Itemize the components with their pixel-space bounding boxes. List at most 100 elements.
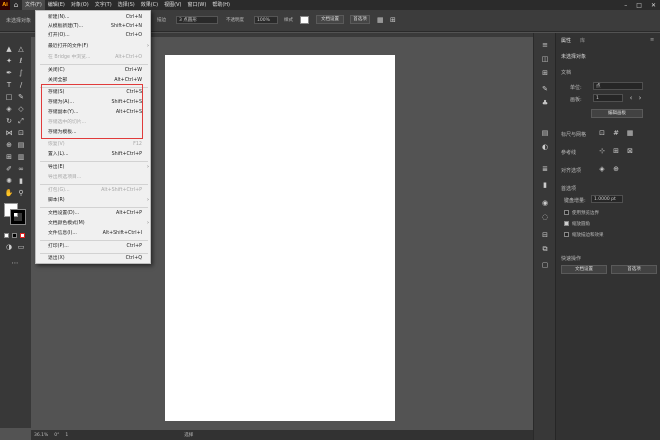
selection-tool-icon[interactable]: ▲ [4,45,14,54]
artboard-select[interactable]: 1 [593,94,623,102]
menu-item-file-info[interactable]: 文件信息(I)... Alt+Shift+Ctrl+I [36,229,152,238]
preferences-button[interactable]: 首选项 [350,15,370,24]
pixel-grid-icon[interactable]: ▦ [626,129,634,137]
ruler-icon[interactable]: ⊡ [598,129,606,137]
tab-libraries[interactable]: 库 [580,37,585,44]
preview-bounds-checkbox[interactable] [564,210,569,215]
opacity-input[interactable]: 100% [254,16,278,24]
brushes-icon[interactable]: ✎ [540,85,550,94]
direct-selection-tool-icon[interactable]: △ [16,45,26,54]
brush-select[interactable]: 3 点圆形 [176,16,218,24]
artboard[interactable] [165,55,395,421]
pathfinder-icon[interactable]: ⧉ [540,245,550,254]
snap-point-icon[interactable]: ◈ [598,165,606,173]
curvature-tool-icon[interactable]: ∫ [16,69,26,78]
rectangle-tool-icon[interactable]: □ [4,93,14,102]
arrange-icon[interactable]: ▦ [377,16,384,24]
eyedropper-icon[interactable]: ✐ [4,165,14,174]
gradient-tool-icon[interactable]: ▥ [16,153,26,162]
quick-preferences-button[interactable]: 首选项 [611,265,657,274]
show-guides-icon[interactable]: ⊹ [598,147,606,155]
shaper-tool-icon[interactable]: ◈ [4,105,14,114]
edit-artboards-button[interactable]: 编辑画板 [591,109,643,118]
artboard-prev-icon[interactable]: ‹ [627,94,635,102]
artboards-icon[interactable]: ▢ [540,261,550,270]
menu-view[interactable]: 视图(V) [161,0,184,10]
menu-item-color-mode[interactable]: 文档颜色模式(M) › [36,219,152,228]
swatches-icon[interactable]: ▤ [540,129,550,138]
screen-mode-icon[interactable]: ▭ [16,243,26,252]
graph-tool-icon[interactable]: ▮ [16,177,26,186]
width-tool-icon[interactable]: ⋈ [4,129,14,138]
symbol-sprayer-icon[interactable]: ✺ [4,177,14,186]
rotation-angle[interactable]: 0° [54,433,59,438]
magic-wand-icon[interactable]: ✦ [4,57,14,66]
stroke-color-swatch[interactable] [10,209,26,225]
gradient-panel-icon[interactable]: ▮ [540,181,550,190]
menu-item-place[interactable]: 置入(L)... Shift+Ctrl+P [36,150,152,159]
menu-item-export[interactable]: 导出(E) › [36,163,152,172]
libraries-icon[interactable]: ⊞ [540,69,550,78]
rotate-tool-icon[interactable]: ↻ [4,117,14,126]
scale-strokes-checkbox[interactable] [564,232,569,237]
units-select[interactable]: 点 [593,82,643,90]
menu-item-print[interactable]: 打印(P)... Ctrl+P [36,242,152,251]
type-tool-icon[interactable]: T [4,81,14,90]
document-setup-button[interactable]: 文档设置 [316,15,344,24]
scale-corners-checkbox[interactable] [564,221,569,226]
perspective-grid-icon[interactable]: ▤ [16,141,26,150]
color-icon[interactable]: ◐ [540,143,550,152]
panel-menu-icon[interactable]: ≡ [650,37,654,43]
close-icon[interactable]: ✕ [651,2,656,9]
properties-icon[interactable]: ≡ [540,41,550,50]
free-transform-icon[interactable]: ⊡ [16,129,26,138]
eraser-icon[interactable]: ◇ [16,105,26,114]
maximize-icon[interactable]: □ [636,2,642,9]
minimize-icon[interactable]: – [624,2,627,9]
align-icon[interactable]: ⊟ [540,231,550,240]
grid-icon[interactable]: # [612,129,620,137]
none-color-icon[interactable] [20,233,25,238]
menu-item-new-from-template[interactable]: 从模板新建(T)... Shift+Ctrl+N [36,22,152,31]
menu-item-scripts[interactable]: 脚本(R) › [36,196,152,205]
paintbrush-icon[interactable]: ✎ [16,93,26,102]
lock-guides-icon[interactable]: ⊞ [612,147,620,155]
transparency-icon[interactable]: ◌ [540,213,550,222]
snap-pixel-icon[interactable]: ⊕ [612,165,620,173]
menu-item-close[interactable]: 关闭(C) Ctrl+W [36,66,152,75]
tab-properties[interactable]: 属性 [561,37,571,44]
lasso-icon[interactable]: ℓ [16,57,26,66]
default-colors-icon[interactable] [4,233,9,238]
menu-item-exit[interactable]: 退出(X) Ctrl+Q [36,254,152,263]
mesh-tool-icon[interactable]: ⊞ [4,153,14,162]
keyboard-increment-input[interactable]: 1.0000 pt [591,195,623,203]
zoom-tool-icon[interactable]: ⚲ [16,189,26,198]
hand-tool-icon[interactable]: ✋ [4,189,14,198]
shape-builder-icon[interactable]: ⊕ [4,141,14,150]
smart-guides-icon[interactable]: ⊠ [626,147,634,155]
artboard-number[interactable]: 1 [65,433,68,438]
more-tools-icon[interactable]: ⋯ [10,259,20,268]
menu-item-open[interactable]: 打开(O)... Ctrl+O [36,31,152,40]
zoom-level[interactable]: 36.1% [34,433,48,438]
color-mode-icon[interactable] [12,233,17,238]
line-tool-icon[interactable]: / [16,81,26,90]
appearance-icon[interactable]: ◉ [540,199,550,208]
draw-mode-icon[interactable]: ◑ [4,243,14,252]
menu-type[interactable]: 文字(T) [92,0,115,10]
blend-tool-icon[interactable]: ∞ [16,165,26,174]
layers-icon[interactable]: ◫ [540,55,550,64]
quick-doc-setup-button[interactable]: 文档设置 [561,265,607,274]
stroke-panel-icon[interactable]: ≣ [540,165,550,174]
transform-icon[interactable]: ⊞ [390,16,396,24]
pen-tool-icon[interactable]: ✒ [4,69,14,78]
menu-object[interactable]: 对象(O) [68,0,92,10]
scale-tool-icon[interactable]: ⤢ [16,117,26,126]
home-icon[interactable]: ⌂ [10,0,22,10]
artboard-next-icon[interactable]: › [636,94,644,102]
menu-item-document-setup[interactable]: 文档设置(D)... Alt+Ctrl+P [36,209,152,218]
menu-item-new[interactable]: 新建(N)... Ctrl+N [36,13,152,22]
symbols-icon[interactable]: ♣ [540,99,550,108]
menu-edit[interactable]: 编辑(E) [45,0,68,10]
menu-effect[interactable]: 效果(C) [138,0,161,10]
